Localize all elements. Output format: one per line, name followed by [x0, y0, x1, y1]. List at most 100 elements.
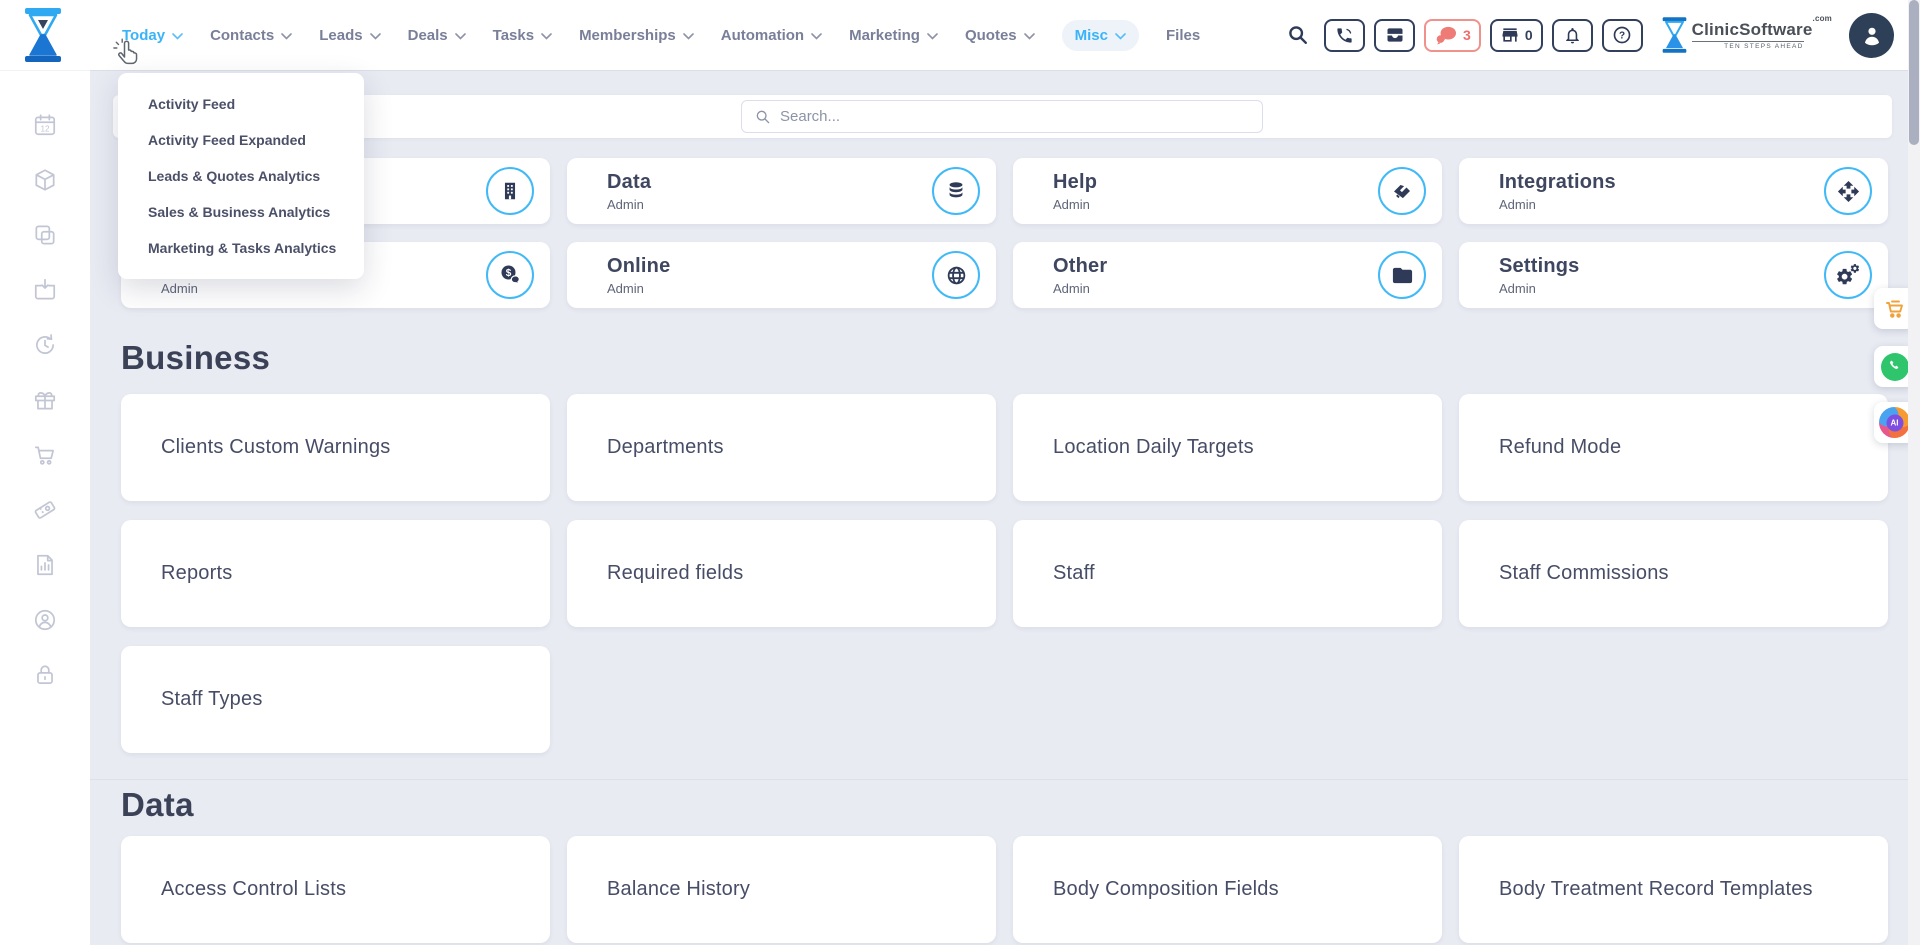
globe-icon [932, 251, 980, 299]
nav-label: Leads [319, 27, 362, 44]
cart-icon[interactable] [32, 442, 58, 468]
scrollbar-thumb[interactable] [1909, 0, 1919, 145]
item-card-access-control-lists[interactable]: Access Control Lists [121, 836, 550, 943]
data-items-grid: Access Control Lists Balance History Bod… [121, 836, 1888, 943]
category-card-other[interactable]: Other Admin [1013, 242, 1442, 308]
nav-item-tasks[interactable]: Tasks [493, 27, 552, 44]
nav-item-leads[interactable]: Leads [319, 27, 380, 44]
chat-bubbles-icon [1434, 25, 1458, 45]
help-button[interactable]: ? [1602, 19, 1643, 52]
chevron-down-icon [455, 33, 466, 40]
item-card-clients-custom-warnings[interactable]: Clients Custom Warnings [121, 394, 550, 501]
nav-item-files[interactable]: Files [1166, 27, 1200, 44]
ai-icon: AI [1879, 407, 1910, 438]
handshake-icon [1378, 167, 1426, 215]
folder-icon [1378, 251, 1426, 299]
dropdown-item-activity-feed-expanded[interactable]: Activity Feed Expanded [118, 122, 364, 158]
coupon-icon[interactable] [32, 497, 58, 523]
nav-item-marketing[interactable]: Marketing [849, 27, 938, 44]
brand-name: ClinicSoftware [1692, 20, 1813, 39]
phone-icon [1335, 26, 1354, 45]
nav-item-deals[interactable]: Deals [408, 27, 466, 44]
nav-label: Today [122, 27, 165, 44]
section-divider [90, 779, 1920, 780]
item-label: Access Control Lists [161, 878, 346, 901]
calendar-import-icon[interactable] [32, 277, 58, 303]
dropdown-item-marketing-tasks-analytics[interactable]: Marketing & Tasks Analytics [118, 230, 364, 266]
nav-item-today[interactable]: Today [122, 27, 183, 44]
notifications-button[interactable] [1552, 19, 1593, 52]
clinicsoftware-logo[interactable]: ClinicSoftware.com TEN STEPS AHEAD [1662, 17, 1832, 53]
item-label: Refund Mode [1499, 436, 1621, 459]
item-card-location-daily-targets[interactable]: Location Daily Targets [1013, 394, 1442, 501]
search-input[interactable]: Search... [741, 100, 1263, 133]
item-card-departments[interactable]: Departments [567, 394, 996, 501]
copy-icon[interactable] [32, 222, 58, 248]
top-navigation-bar: Today Contacts Leads Deals Tasks Members… [0, 0, 1920, 70]
person-icon [1859, 22, 1885, 48]
hourglass-icon [24, 8, 62, 62]
category-card-online[interactable]: Online Admin [567, 242, 996, 308]
nav-label: Automation [721, 27, 804, 44]
package-icon[interactable] [32, 167, 58, 193]
category-card-settings[interactable]: Settings Admin [1459, 242, 1888, 308]
nav-item-misc[interactable]: Misc [1062, 20, 1139, 51]
item-label: Staff Commissions [1499, 562, 1669, 585]
item-card-refund-mode[interactable]: Refund Mode [1459, 394, 1888, 501]
item-label: Required fields [607, 562, 743, 585]
clinic-hourglass-logo[interactable] [24, 7, 64, 63]
chevron-down-icon [370, 33, 381, 40]
history-icon[interactable] [32, 332, 58, 358]
nav-item-contacts[interactable]: Contacts [210, 27, 292, 44]
gears-icon [1824, 251, 1872, 299]
chevron-down-icon [1115, 33, 1126, 40]
user-avatar[interactable] [1849, 13, 1894, 58]
nav-item-quotes[interactable]: Quotes [965, 27, 1035, 44]
left-sidebar: 12 [0, 70, 90, 945]
brand-tagline: TEN STEPS AHEAD [1692, 41, 1804, 50]
dropdown-item-activity-feed[interactable]: Activity Feed [118, 86, 364, 122]
scrollbar-track[interactable] [1908, 0, 1920, 945]
item-card-required-fields[interactable]: Required fields [567, 520, 996, 627]
building-icon [486, 167, 534, 215]
search-icon[interactable] [1287, 24, 1309, 46]
svg-text:12: 12 [40, 124, 50, 133]
category-grid: Data Admin Help Admin [121, 158, 1888, 308]
item-label: Staff [1053, 562, 1095, 585]
nav-item-memberships[interactable]: Memberships [579, 27, 694, 44]
item-card-body-composition-fields[interactable]: Body Composition Fields [1013, 836, 1442, 943]
category-card-data[interactable]: Data Admin [567, 158, 996, 224]
chat-badge: 3 [1463, 27, 1471, 43]
lock-icon[interactable] [32, 662, 58, 688]
gift-icon[interactable] [32, 387, 58, 413]
business-items-grid: Clients Custom Warnings Departments Loca… [121, 394, 1888, 753]
item-label: Location Daily Targets [1053, 436, 1254, 459]
category-card-help[interactable]: Help Admin [1013, 158, 1442, 224]
item-card-staff[interactable]: Staff [1013, 520, 1442, 627]
inbox-button[interactable] [1374, 19, 1415, 52]
nav-item-automation[interactable]: Automation [721, 27, 822, 44]
report-icon[interactable] [32, 552, 58, 578]
item-card-staff-types[interactable]: Staff Types [121, 646, 550, 753]
today-dropdown-menu: Activity Feed Activity Feed Expanded Lea… [118, 73, 364, 279]
calendar-12-icon[interactable]: 12 [32, 112, 58, 138]
item-label: Body Composition Fields [1053, 878, 1279, 901]
staff-circle-icon[interactable] [32, 607, 58, 633]
category-card-integrations[interactable]: Integrations Admin [1459, 158, 1888, 224]
item-label: Staff Types [161, 688, 263, 711]
search-panel: Search... [113, 95, 1892, 138]
store-button[interactable]: 0 [1490, 19, 1543, 52]
header-actions: 3 0 ? [1287, 13, 1894, 58]
store-badge: 0 [1525, 27, 1533, 43]
phone-button[interactable] [1324, 19, 1365, 52]
nav-label: Misc [1075, 27, 1108, 44]
item-card-balance-history[interactable]: Balance History [567, 836, 996, 943]
dropdown-item-leads-quotes-analytics[interactable]: Leads & Quotes Analytics [118, 158, 364, 194]
chevron-down-icon [811, 33, 822, 40]
dropdown-item-sales-business-analytics[interactable]: Sales & Business Analytics [118, 194, 364, 230]
item-card-reports[interactable]: Reports [121, 520, 550, 627]
item-card-body-treatment-record-templates[interactable]: Body Treatment Record Templates [1459, 836, 1888, 943]
hourglass-icon [1662, 17, 1687, 53]
chat-button[interactable]: 3 [1424, 19, 1481, 52]
item-card-staff-commissions[interactable]: Staff Commissions [1459, 520, 1888, 627]
